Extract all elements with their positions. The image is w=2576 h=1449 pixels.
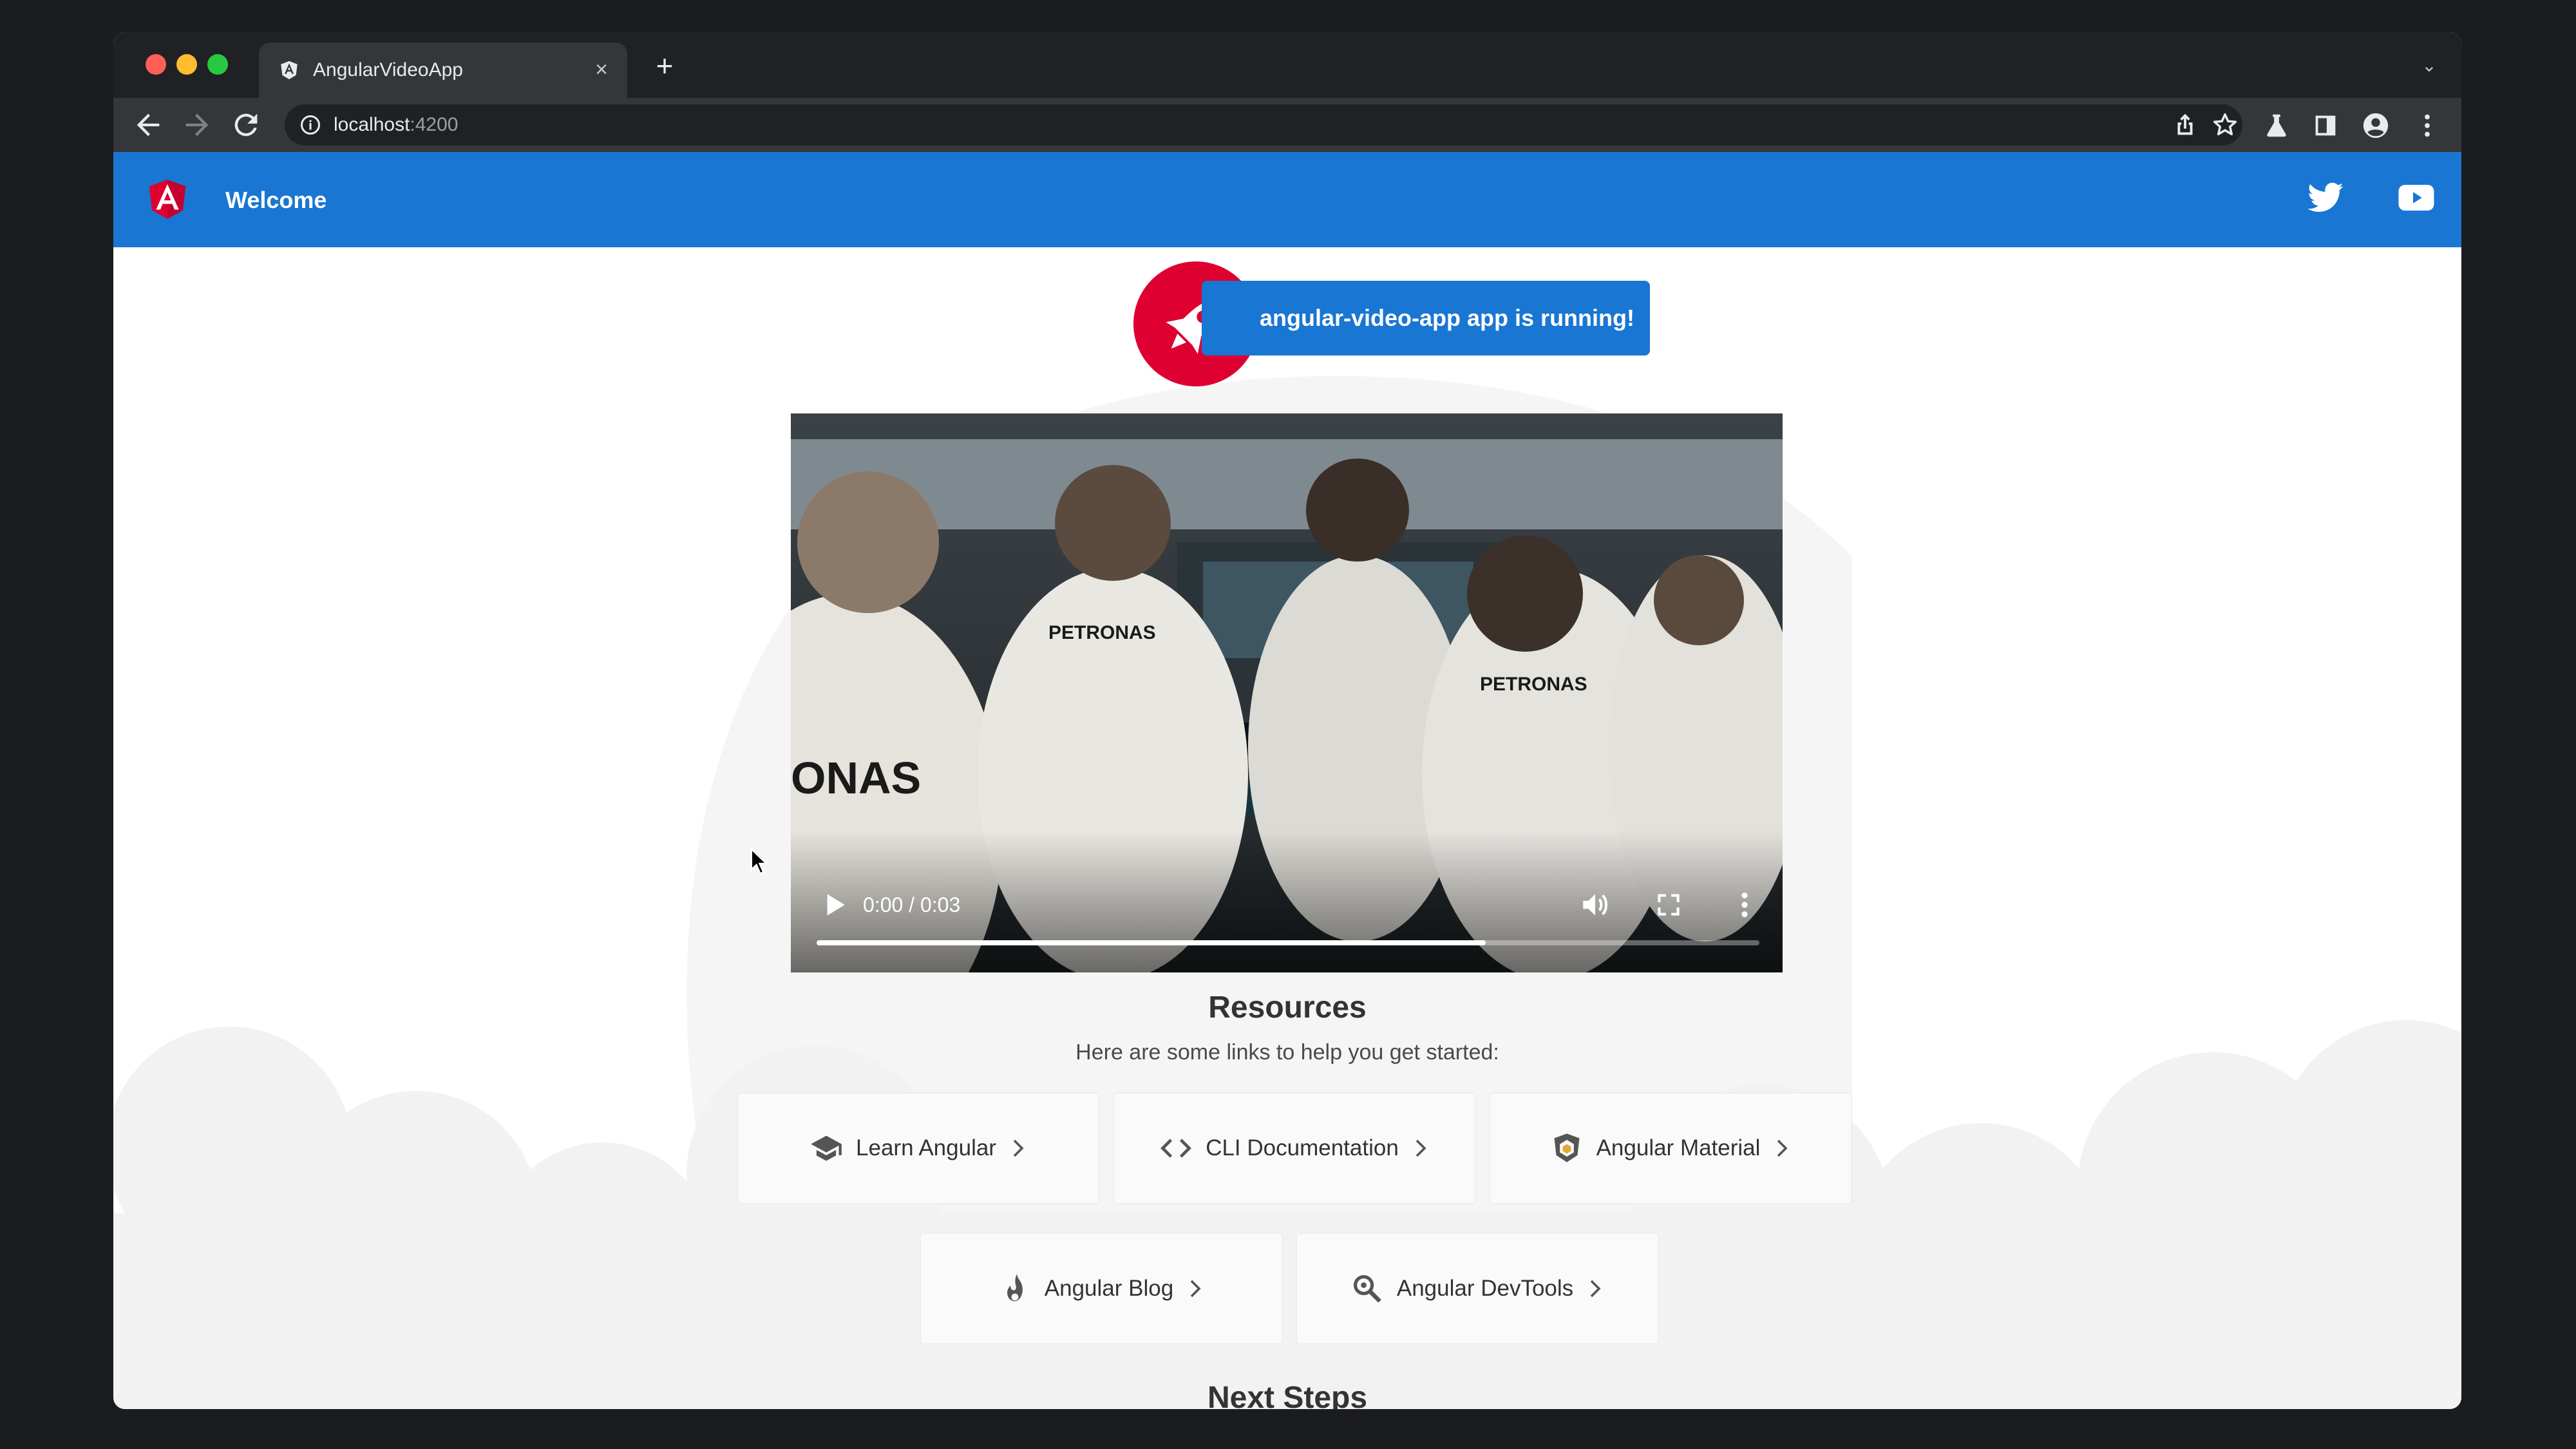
- chevron-right-icon: [1416, 1139, 1426, 1157]
- school-icon: [811, 1135, 842, 1161]
- video-player[interactable]: ONAS PETRONAS PETRONAS 0:00 / 0:03: [791, 413, 1783, 972]
- site-info-icon[interactable]: [299, 113, 322, 137]
- next-steps-heading: Next Steps: [1207, 1381, 1368, 1409]
- browser-toolbar: localhost:4200: [113, 98, 2461, 152]
- app-title: Welcome: [225, 187, 327, 213]
- browser-tab-active[interactable]: AngularVideoApp ×: [259, 43, 627, 98]
- svg-text:ONAS: ONAS: [791, 753, 921, 803]
- learn-angular-card[interactable]: Learn Angular: [737, 1092, 1100, 1204]
- minimize-window-button[interactable]: [176, 54, 197, 75]
- close-window-button[interactable]: [146, 54, 166, 75]
- tab-close-icon[interactable]: ×: [589, 57, 614, 82]
- angular-material-label: Angular Material: [1596, 1135, 1761, 1160]
- search-icon: [1353, 1274, 1381, 1303]
- forward-arrow-icon[interactable]: [180, 108, 214, 142]
- app-running-banner: angular-video-app app is running!: [1124, 281, 1650, 358]
- running-pill: angular-video-app app is running!: [1202, 281, 1650, 355]
- video-progress-fill: [817, 940, 1486, 945]
- cli-documentation-card[interactable]: CLI Documentation: [1113, 1092, 1476, 1204]
- tab-strip: AngularVideoApp × + ⌄: [113, 32, 2461, 98]
- youtube-icon[interactable]: [2397, 180, 2436, 215]
- svg-text:PETRONAS: PETRONAS: [1480, 674, 1587, 695]
- angular-blog-card[interactable]: Angular Blog: [920, 1233, 1283, 1345]
- angular-devtools-card[interactable]: Angular DevTools: [1296, 1233, 1659, 1345]
- chevron-right-icon: [1590, 1280, 1601, 1298]
- code-icon: [1160, 1139, 1192, 1158]
- video-more-options-icon[interactable]: [1728, 889, 1761, 921]
- flame-icon: [1007, 1274, 1023, 1302]
- back-arrow-icon[interactable]: [131, 108, 165, 142]
- chevron-right-icon: [1190, 1280, 1201, 1298]
- bookmark-star-icon[interactable]: [2210, 110, 2240, 140]
- resources-subtitle: Here are some links to help you get star…: [1075, 1040, 1499, 1065]
- tab-search-chevron-icon[interactable]: ⌄: [2416, 53, 2442, 79]
- tab-title: AngularVideoApp: [313, 59, 463, 80]
- profile-avatar-icon[interactable]: [2361, 111, 2391, 140]
- twitter-icon[interactable]: [2304, 179, 2348, 216]
- angular-material-card[interactable]: Angular Material: [1489, 1092, 1852, 1204]
- material-shield-icon: [1554, 1133, 1580, 1162]
- video-progress-bar[interactable]: [817, 940, 1759, 945]
- learn-angular-label: Learn Angular: [856, 1135, 996, 1160]
- chevron-right-icon: [1013, 1139, 1024, 1157]
- mouse-cursor-icon: [750, 848, 769, 875]
- svg-text:PETRONAS: PETRONAS: [1048, 622, 1156, 643]
- volume-icon[interactable]: [1579, 889, 1611, 921]
- angular-logo-icon: [149, 180, 186, 219]
- address-bar[interactable]: localhost:4200: [285, 104, 2242, 146]
- labs-flask-icon[interactable]: [2262, 111, 2291, 140]
- running-banner-text: angular-video-app app is running!: [1260, 305, 1635, 331]
- browser-menu-icon[interactable]: [2412, 111, 2442, 140]
- chevron-right-icon: [1777, 1139, 1788, 1157]
- angular-blog-label: Angular Blog: [1044, 1276, 1174, 1301]
- fullscreen-icon[interactable]: [1653, 889, 1685, 921]
- url-text: localhost:4200: [334, 114, 459, 135]
- side-panel-icon[interactable]: [2311, 111, 2340, 140]
- share-icon[interactable]: [2170, 110, 2200, 140]
- main-content: angular-video-app app is running! ONAS P…: [113, 247, 2461, 1409]
- new-tab-button[interactable]: +: [649, 50, 680, 81]
- resources-heading: Resources: [1208, 990, 1367, 1025]
- browser-window: AngularVideoApp × + ⌄ localhost:4200 Wel…: [113, 32, 2461, 1409]
- reload-icon[interactable]: [229, 108, 263, 142]
- video-time: 0:00 / 0:03: [863, 893, 961, 916]
- maximize-window-button[interactable]: [207, 54, 228, 75]
- app-toolbar: Welcome: [113, 152, 2461, 247]
- angular-devtools-label: Angular DevTools: [1396, 1276, 1574, 1301]
- angular-favicon-icon: [281, 61, 298, 80]
- play-icon[interactable]: [818, 889, 850, 921]
- cli-documentation-label: CLI Documentation: [1206, 1135, 1399, 1160]
